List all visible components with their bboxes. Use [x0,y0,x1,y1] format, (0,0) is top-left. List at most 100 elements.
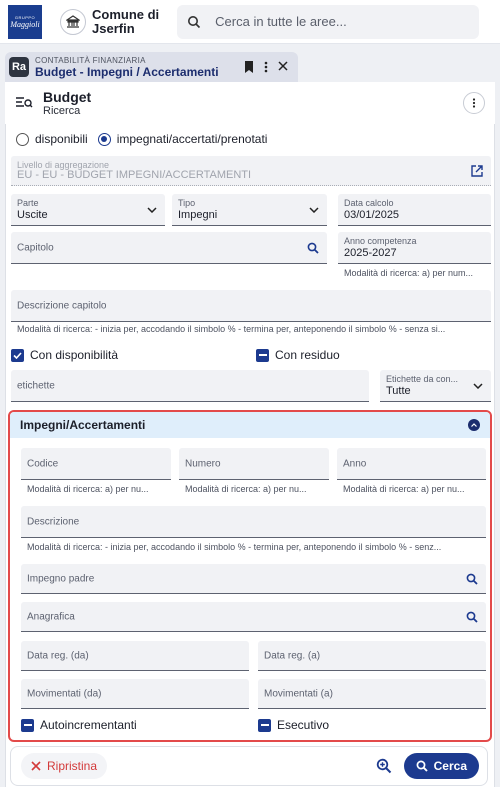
search-icon [416,760,428,772]
search-icon[interactable] [466,611,478,623]
close-icon[interactable] [278,61,288,71]
radio-disponibili[interactable] [16,132,29,146]
reset-button[interactable]: Ripristina [21,753,108,779]
livello-value: EU - EU - BUDGET IMPEGNI/ACCERTAMENTI [17,169,252,181]
page-title: Budget [43,89,92,105]
parte-value: Uscite [17,209,48,221]
tipo-select[interactable]: Tipo Impegni [172,194,327,226]
search-label: Cerca [433,759,467,773]
indeterminate-icon [258,718,271,732]
esecutivo-label: Esecutivo [277,718,330,732]
search-button[interactable]: Cerca [403,753,479,779]
impegno-padre-label: Impegno padre [27,573,95,584]
zoom-in-icon[interactable] [376,758,392,774]
radio-impegnati-label: impegnati/accertati/prenotati [116,132,268,146]
con-residuo-label: Con residuo [275,348,340,362]
open-external-icon[interactable] [471,164,483,177]
data-calcolo-label: Data calcolo [344,198,394,208]
search-icon[interactable] [466,573,478,585]
anno-competenza-field[interactable]: Anno competenza 2025-2027 [338,232,491,264]
impegno-padre-field[interactable]: Impegno padre [21,564,486,594]
tipo-value: Impegni [178,209,218,221]
con-residuo-checkbox[interactable]: Con residuo [256,348,340,362]
capitolo-label: Capitolo [17,242,54,253]
numero-hint: Modalità di ricerca: a) per nu... [185,484,307,494]
tab-subtitle: CONTABILITÀ FINANZIARIA [35,55,146,65]
anno-competenza-label: Anno competenza [344,236,417,246]
etichette-da-label: Etichette da con... [386,374,459,384]
descrizione-hint: Modalità di ricerca: - inizia per, accod… [27,542,442,552]
anno-field[interactable]: Anno [337,448,486,480]
chevron-down-icon [147,206,157,213]
global-search-input[interactable]: Cerca in tutte le aree... [177,4,480,39]
movimentati-a-label: Movimentati (a) [264,688,333,699]
autoincrementanti-checkbox[interactable]: Autoincrementanti [21,718,137,732]
search-form: disponibili impegnati/accertati/prenotat… [5,124,495,787]
collapse-toggle-icon[interactable] [468,419,480,431]
descrizione-capitolo-field[interactable]: Descrizione capitolo [11,290,491,322]
data-reg-da-label: Data reg. (da) [27,650,89,661]
tipo-label: Tipo [178,198,196,208]
chevron-down-icon [473,382,483,389]
descrizione-field[interactable]: Descrizione [21,506,486,538]
livello-aggregazione-field: Livello di aggregazione EU - EU - BUDGET… [11,156,491,186]
logo-brand-text: Maggioli [10,19,40,29]
anagrafica-label: Anagrafica [27,611,75,622]
etichette-da-select[interactable]: Etichette da con... Tutte [380,370,491,402]
numero-label: Numero [185,458,221,469]
filter-list-icon[interactable] [15,96,33,110]
data-reg-da-field[interactable]: Data reg. (da) [21,641,249,671]
radio-disponibili-label: disponibili [35,132,88,146]
check-icon [11,348,24,362]
descrizione-capitolo-label: Descrizione capitolo [17,300,107,311]
data-calcolo-value: 03/01/2025 [344,209,400,221]
section-title: Impegni/Accertamenti [20,418,146,432]
movimentati-da-field[interactable]: Movimentati (da) [21,679,249,709]
bookmark-icon[interactable] [244,61,254,73]
codice-field[interactable]: Codice [21,448,171,480]
etichette-da-value: Tutte [386,385,411,397]
anno-competenza-value: 2025-2027 [344,247,397,259]
parte-label: Parte [17,198,39,208]
capitolo-field[interactable]: Capitolo [11,232,327,264]
movimentati-da-label: Movimentati (da) [27,688,102,699]
indeterminate-icon [21,718,34,732]
con-disponibilita-checkbox[interactable]: Con disponibilità [11,348,118,362]
search-icon [188,15,201,28]
radio-impegnati[interactable] [97,132,111,146]
search-icon[interactable] [307,242,319,254]
codice-label: Codice [27,458,59,469]
autoincrementanti-label: Autoincrementanti [40,718,137,732]
anno-hint: Modalità di ricerca: a) per nu... [343,484,465,494]
app-badge-icon: Ra [9,57,29,77]
esecutivo-checkbox[interactable]: Esecutivo [258,718,329,732]
data-reg-a-label: Data reg. (a) [264,650,321,661]
etichette-label: etichette [17,380,55,391]
maggioli-logo[interactable]: GRUPPO Maggioli [8,4,42,39]
codice-hint: Modalità di ricerca: a) per nu... [27,484,149,494]
municipality-name[interactable]: Comune di Jserfin [92,7,159,36]
anagrafica-field[interactable]: Anagrafica [21,602,486,632]
parte-select[interactable]: Parte Uscite [11,194,165,226]
tab-title: Budget - Impegni / Accertamenti [35,64,219,79]
reset-label: Ripristina [47,759,98,773]
section-header[interactable]: Impegni/Accertamenti [10,412,490,438]
impegni-accertamenti-section: Impegni/Accertamenti Codice Numero Anno … [8,410,492,742]
descrizione-capitolo-hint: Modalità di ricerca: - inizia per, accod… [17,324,446,334]
page-menu-button[interactable] [463,92,485,114]
page-subtitle: Ricerca [43,105,81,117]
anno-competenza-hint: Modalità di ricerca: a) per num... [344,268,474,278]
movimentati-a-field[interactable]: Movimentati (a) [258,679,486,709]
data-reg-a-field[interactable]: Data reg. (a) [258,641,486,671]
tab-budget-impegni[interactable]: Ra CONTABILITÀ FINANZIARIA Budget - Impe… [5,52,298,82]
municipality-building-icon[interactable] [60,8,86,35]
data-calcolo-field[interactable]: Data calcolo 03/01/2025 [338,194,491,226]
page-header: Budget Ricerca [5,82,495,124]
etichette-field[interactable]: etichette [11,370,369,402]
top-bar: GRUPPO Maggioli Comune di Jserfin Cerca … [0,0,500,44]
close-icon [31,761,41,771]
radio-group: disponibili impegnati/accertati/prenotat… [16,132,267,146]
more-vertical-icon[interactable] [264,61,268,73]
descrizione-label: Descrizione [27,516,80,527]
numero-field[interactable]: Numero [179,448,329,480]
